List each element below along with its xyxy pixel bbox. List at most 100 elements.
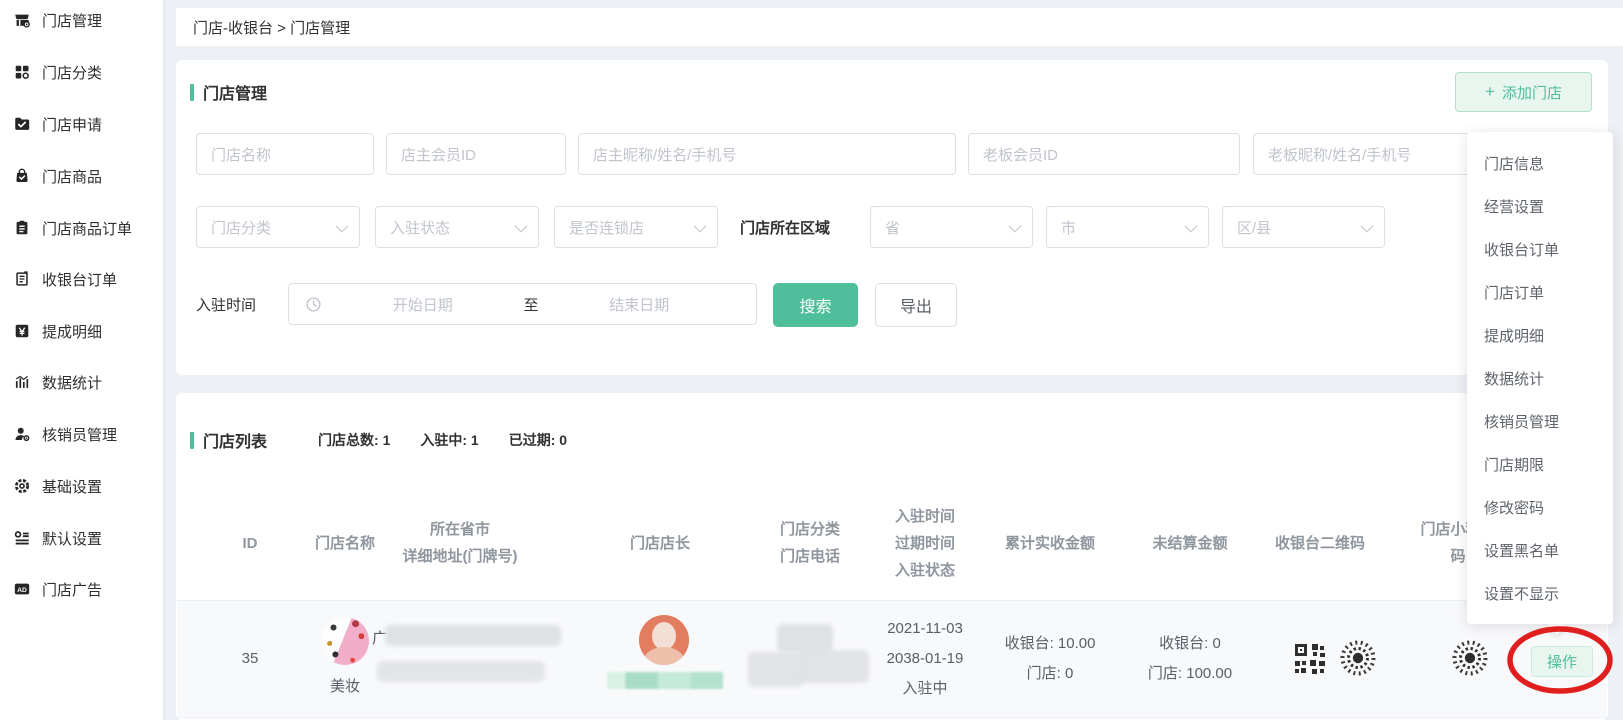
chevron-down-icon [336, 219, 349, 232]
menu-item-business-settings[interactable]: 经营设置 [1467, 185, 1613, 228]
sidebar-item-label: 门店分类 [42, 62, 102, 83]
cell-received-amount: 收银台: 10.00 门店: 0 [975, 628, 1125, 690]
sidebar-item-label: 门店管理 [42, 10, 102, 31]
cell-store-name: 美妆 [303, 672, 387, 702]
stat-total-value: 1 [383, 432, 391, 448]
cell-unsettled-amount: 收银台: 0 门店: 100.00 [1120, 628, 1260, 690]
store-name-placeholder: 门店名称 [211, 144, 271, 165]
store-miniprogram-code-icon[interactable] [1450, 638, 1490, 678]
menu-item-set-hidden[interactable]: 设置不显示 [1467, 572, 1613, 615]
add-store-label: 添加门店 [1502, 82, 1562, 103]
panel-title-row: 门店管理 [190, 80, 267, 104]
owner-member-id-input[interactable]: 店主会员ID [386, 133, 566, 175]
status-badge: 入驻中 [902, 674, 947, 704]
sidebar-item-label: 门店广告 [42, 579, 102, 600]
store-category-select[interactable]: 门店分类 [196, 206, 360, 248]
sidebar-item-label: 数据统计 [42, 372, 102, 393]
cashier-qr-code-icon[interactable] [1293, 642, 1327, 676]
menu-item-store-term[interactable]: 门店期限 [1467, 443, 1613, 486]
ad-icon: AD [13, 580, 31, 598]
date-start-placeholder: 开始日期 [322, 294, 524, 315]
person-gear-icon [13, 425, 31, 443]
chain-store-select[interactable]: 是否连锁店 [554, 206, 718, 248]
region-label: 门店所在区域 [740, 206, 830, 248]
join-time: 2021-11-03 [887, 614, 963, 644]
sidebar-item-label: 核销员管理 [42, 424, 117, 445]
cell-time-status: 2021-11-03 2038-01-19 入驻中 [862, 614, 988, 704]
form-icon [13, 529, 31, 547]
action-button[interactable]: 操作 [1531, 646, 1593, 677]
plus-icon: + [1485, 82, 1495, 102]
category-blur-1 [777, 624, 833, 653]
owner-nickname-input[interactable]: 店主昵称/姓名/手机号 [578, 133, 956, 175]
stat-total: 门店总数: 1 [318, 430, 390, 450]
district-select[interactable]: 区/县 [1222, 206, 1385, 248]
gear-icon [13, 477, 31, 495]
menu-item-set-blacklist[interactable]: 设置黑名单 [1467, 529, 1613, 572]
menu-item-store-orders[interactable]: 门店订单 [1467, 271, 1613, 314]
sidebar-item-store-goods[interactable]: 门店商品 [13, 163, 102, 189]
title-marker [190, 432, 194, 449]
menu-item-cashier-orders[interactable]: 收银台订单 [1467, 228, 1613, 271]
menu-item-store-info[interactable]: 门店信息 [1467, 142, 1613, 185]
city-select[interactable]: 市 [1046, 206, 1209, 248]
boss-member-id-input[interactable]: 老板会员ID [968, 133, 1240, 175]
export-button[interactable]: 导出 [875, 283, 957, 327]
owner-member-id-placeholder: 店主会员ID [401, 144, 476, 165]
sidebar-item-store-category[interactable]: 门店分类 [13, 59, 102, 85]
sidebar-item-store-ads[interactable]: AD 门店广告 [13, 576, 102, 602]
storefront-icon [13, 11, 31, 29]
col-header-time-status: 入驻时间过期时间入驻状态 [862, 498, 988, 588]
sidebar-item-commission-detail[interactable]: 提成明细 [13, 318, 102, 344]
menu-item-data-statistics[interactable]: 数据统计 [1467, 357, 1613, 400]
date-separator: 至 [524, 294, 539, 315]
sidebar-item-cashier-orders[interactable]: 收银台订单 [13, 266, 117, 292]
sidebar-item-label: 门店商品 [42, 166, 102, 187]
col-header-cashier-qr: 收银台二维码 [1250, 498, 1390, 588]
breadcrumb-bar: 门店-收银台 > 门店管理 [176, 8, 1623, 46]
menu-item-commission-detail[interactable]: 提成明细 [1467, 314, 1613, 357]
city-placeholder: 市 [1061, 217, 1076, 238]
store-name-input[interactable]: 门店名称 [196, 133, 374, 175]
sidebar-item-store-manage[interactable]: 门店管理 [13, 7, 102, 33]
settle-status-select[interactable]: 入驻状态 [375, 206, 539, 248]
grid-icon [13, 63, 31, 81]
sidebar-item-basic-settings[interactable]: 基础设置 [13, 473, 102, 499]
sidebar-item-label: 门店商品订单 [42, 218, 132, 239]
search-button[interactable]: 搜索 [773, 283, 858, 327]
sidebar: 门店管理 门店分类 门店申请 门店商品 门店商品订单 收银台订单 提成明细 数据… [0, 0, 163, 720]
sidebar-item-data-statistics[interactable]: 数据统计 [13, 369, 102, 395]
page-title: 门店管理 [203, 80, 267, 104]
menu-item-change-password[interactable]: 修改密码 [1467, 486, 1613, 529]
chevron-down-icon [1361, 219, 1374, 232]
add-store-button[interactable]: + 添加门店 [1455, 72, 1592, 112]
col-header-id: ID [215, 498, 285, 588]
menu-item-verifier-manage[interactable]: 核销员管理 [1467, 400, 1613, 443]
province-select[interactable]: 省 [870, 206, 1033, 248]
list-title-row: 门店列表 [190, 428, 267, 452]
chain-store-placeholder: 是否连锁店 [569, 217, 644, 238]
chevron-down-icon [694, 219, 707, 232]
sidebar-item-verifier-manage[interactable]: 核销员管理 [13, 421, 117, 447]
sidebar-item-default-settings[interactable]: 默认设置 [13, 525, 102, 551]
sidebar-item-store-goods-orders[interactable]: 门店商品订单 [13, 215, 132, 241]
chart-icon [13, 373, 31, 391]
sidebar-item-store-apply[interactable]: 门店申请 [13, 111, 102, 137]
folder-check-icon [13, 115, 31, 133]
sidebar-item-label: 门店申请 [42, 114, 102, 135]
boss-nickname-placeholder: 老板昵称/姓名/手机号 [1268, 144, 1411, 165]
sidebar-item-label: 收银台订单 [42, 269, 117, 290]
stat-expired: 已过期: 0 [509, 430, 567, 450]
stat-active-value: 1 [471, 432, 479, 448]
manager-name-blur [607, 672, 723, 689]
list-title: 门店列表 [203, 428, 267, 452]
chevron-down-icon [1009, 219, 1022, 232]
address-blur-1 [385, 625, 561, 646]
receipt-icon [13, 270, 31, 288]
chevron-down-icon [515, 219, 528, 232]
stat-active: 入驻中: 1 [420, 430, 478, 450]
settle-time-label: 入驻时间 [196, 283, 256, 325]
action-dropdown-menu: 门店信息 经营设置 收银台订单 门店订单 提成明细 数据统计 核销员管理 门店期… [1467, 132, 1613, 624]
date-range-input[interactable]: 开始日期 至 结束日期 [288, 283, 757, 325]
cashier-miniprogram-code-icon[interactable] [1338, 638, 1378, 678]
